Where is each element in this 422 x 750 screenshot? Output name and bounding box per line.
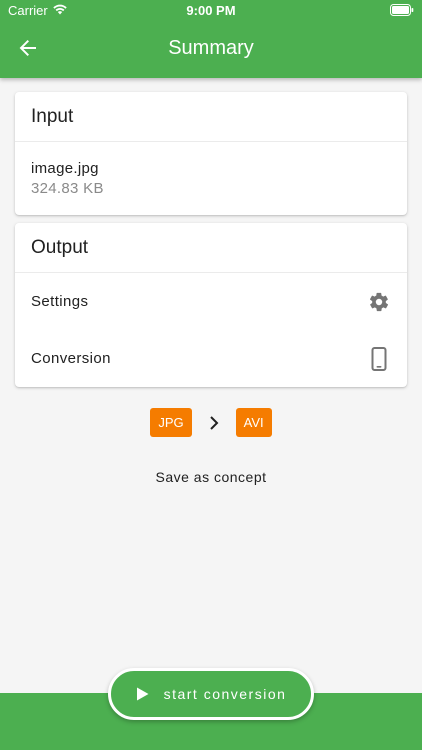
save-as-concept-button[interactable]: Save as concept: [0, 469, 422, 485]
target-format-badge: AVI: [235, 408, 272, 437]
start-conversion-button[interactable]: start conversion: [108, 668, 314, 720]
file-size: 324.83 KB: [31, 180, 104, 197]
settings-row[interactable]: Settings: [15, 273, 407, 330]
top-bar: Carrier 9:00 PM Summary: [0, 0, 422, 78]
app-bar: Summary: [0, 22, 422, 78]
start-conversion-label: start conversion: [163, 686, 287, 702]
chevron-right-icon: [206, 415, 222, 431]
conversion-label: Conversion: [31, 350, 111, 367]
phone-icon[interactable]: [367, 346, 391, 371]
conversion-row[interactable]: Conversion: [15, 330, 407, 387]
file-name: image.jpg: [31, 160, 99, 177]
page-title: Summary: [168, 37, 254, 59]
play-icon: [136, 687, 150, 701]
status-bar: Carrier 9:00 PM: [0, 0, 422, 22]
input-card: Input image.jpg 324.83 KB: [15, 92, 407, 215]
input-file-info: image.jpg 324.83 KB: [15, 142, 407, 197]
output-card: Output Settings Conversion: [15, 223, 407, 387]
format-conversion: JPG AVI: [0, 408, 422, 437]
battery-icon: [390, 4, 414, 16]
settings-label: Settings: [31, 293, 89, 310]
gear-icon[interactable]: [367, 290, 391, 314]
source-format-badge: JPG: [150, 408, 192, 437]
input-card-title: Input: [15, 92, 407, 142]
output-card-title: Output: [15, 223, 407, 273]
status-time: 9:00 PM: [186, 3, 236, 18]
